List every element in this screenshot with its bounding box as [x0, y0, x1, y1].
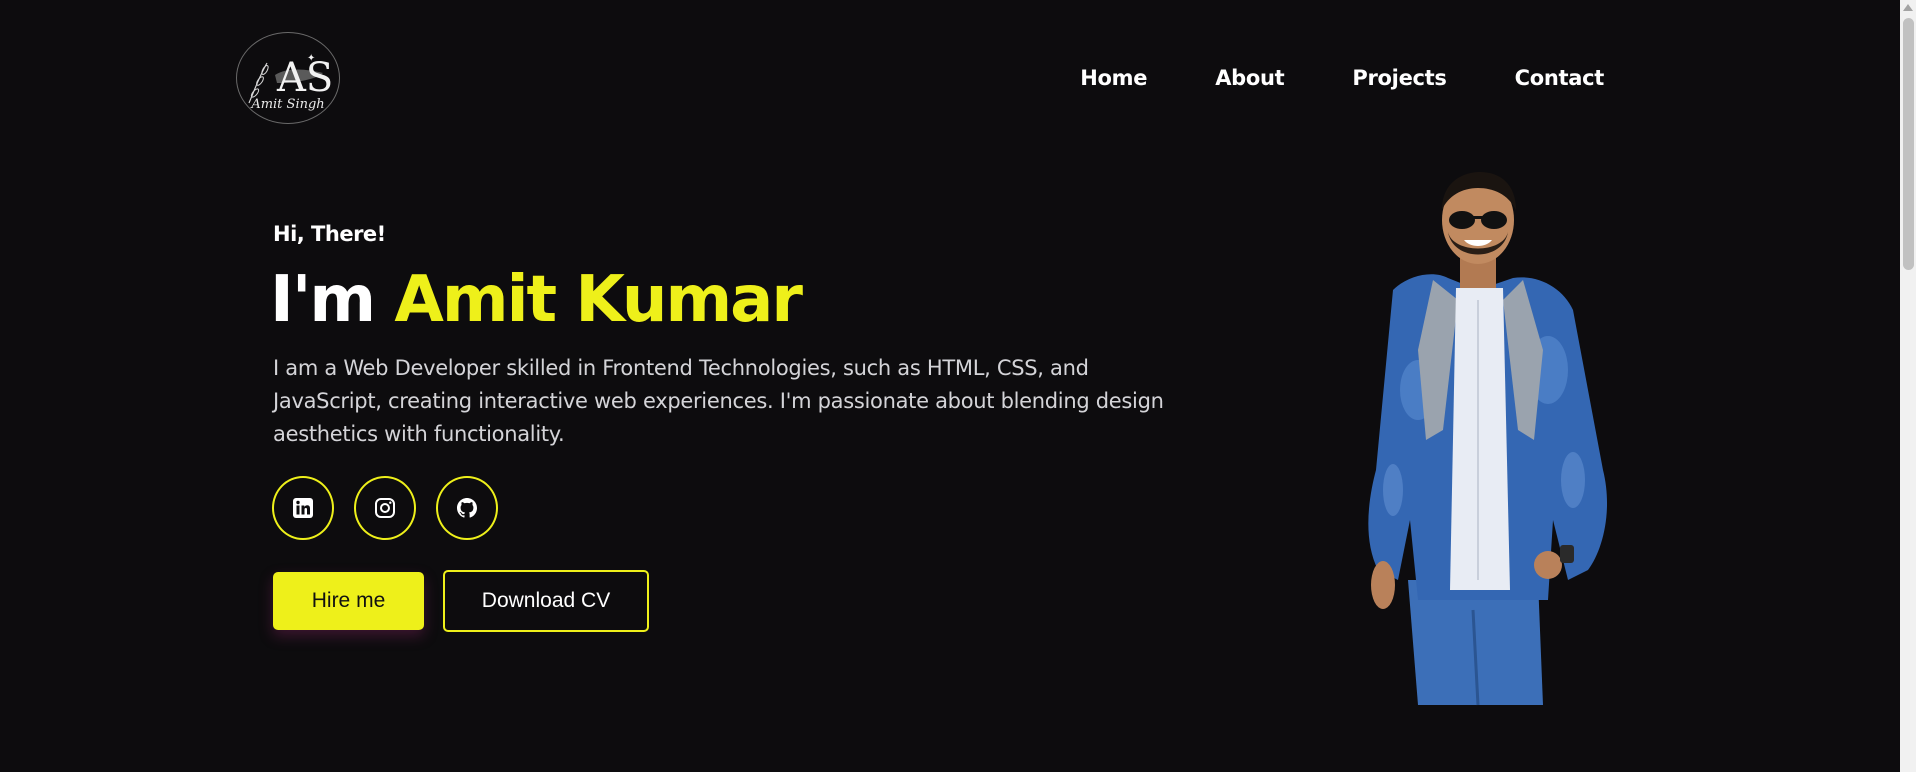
vertical-scrollbar[interactable] [1900, 0, 1916, 772]
logo-monogram: AS [276, 55, 333, 101]
hero-description: I am a Web Developer skilled in Frontend… [273, 356, 1164, 446]
hero-greeting: Hi, There! [273, 222, 386, 246]
linkedin-icon [293, 498, 313, 518]
linkedin-link[interactable] [272, 476, 334, 540]
hire-me-button[interactable]: Hire me [273, 572, 424, 630]
instagram-link[interactable] [354, 476, 416, 540]
main-nav: Home About Projects Contact [1012, 66, 1604, 90]
github-icon [457, 498, 477, 518]
profile-photo [1368, 172, 1608, 706]
scrollbar-thumb[interactable] [1903, 18, 1914, 270]
nav-home[interactable]: Home [1080, 66, 1147, 90]
page: AS ✦ Amit Singh Home About Projects Cont… [0, 0, 1916, 772]
headline-prefix: I'm [270, 263, 376, 337]
nav-about[interactable]: About [1215, 66, 1285, 90]
social-links [272, 476, 518, 540]
instagram-icon [375, 498, 395, 518]
nav-projects[interactable]: Projects [1352, 66, 1447, 90]
site-logo[interactable]: AS ✦ Amit Singh [236, 32, 340, 124]
headline-name: Amit Kumar [394, 263, 802, 337]
download-cv-button[interactable]: Download CV [443, 570, 649, 632]
svg-text:✦: ✦ [307, 53, 315, 64]
nav-contact[interactable]: Contact [1515, 66, 1605, 90]
scroll-up-arrow-icon[interactable] [1903, 4, 1913, 11]
hero-headline: I'm Amit Kumar [270, 260, 803, 340]
logo-signature: Amit Singh [251, 97, 325, 112]
github-link[interactable] [436, 476, 498, 540]
